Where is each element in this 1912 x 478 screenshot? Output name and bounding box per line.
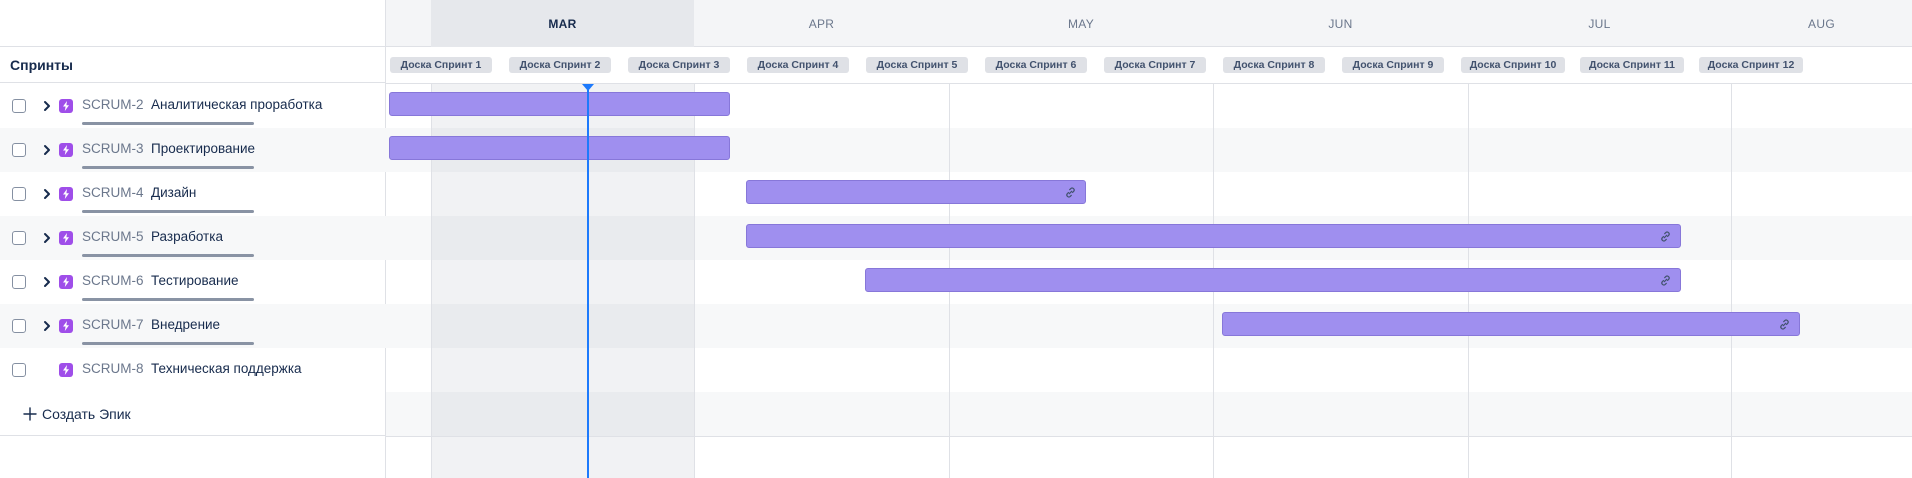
- lightning-icon: [59, 231, 73, 245]
- select-checkbox[interactable]: [12, 275, 26, 289]
- lightning-icon: [59, 143, 73, 157]
- epic-row-scrum-4[interactable]: SCRUM-4 Дизайн: [0, 172, 386, 216]
- epic-key[interactable]: SCRUM-6: [82, 273, 144, 288]
- epic-bar-scrum-4[interactable]: [746, 180, 1086, 204]
- timeline-grid: MAR APR MAY JUN JUL AUG Доска Спринт 1 Д…: [386, 0, 1912, 478]
- epic-bar-scrum-6[interactable]: [865, 268, 1681, 292]
- epic-title[interactable]: Техническая поддержка: [151, 361, 302, 376]
- progress-bar: [82, 210, 254, 213]
- epic-row-scrum-7[interactable]: SCRUM-7 Внедрение: [0, 304, 386, 348]
- progress-bar: [82, 254, 254, 257]
- sprint-chip[interactable]: Доска Спринт 12: [1699, 57, 1803, 73]
- sprint-chip[interactable]: Доска Спринт 5: [866, 57, 968, 73]
- link-icon[interactable]: [1064, 186, 1077, 199]
- sprint-chip[interactable]: Доска Спринт 1: [390, 57, 492, 73]
- select-checkbox[interactable]: [12, 187, 26, 201]
- link-icon[interactable]: [1659, 230, 1672, 243]
- lightning-icon: [59, 319, 73, 333]
- select-checkbox[interactable]: [12, 363, 26, 377]
- epic-key[interactable]: SCRUM-3: [82, 141, 144, 156]
- epic-key[interactable]: SCRUM-5: [82, 229, 144, 244]
- epic-title[interactable]: Тестирование: [151, 273, 239, 288]
- month-may: MAY: [1067, 16, 1094, 31]
- sprint-header: Доска Спринт 1 Доска Спринт 2 Доска Спри…: [386, 47, 1912, 84]
- select-checkbox[interactable]: [12, 143, 26, 157]
- epic-title[interactable]: Внедрение: [151, 317, 220, 332]
- epic-bar-scrum-5[interactable]: [746, 224, 1681, 248]
- chevron-right-icon[interactable]: [40, 231, 54, 245]
- lightning-icon: [59, 99, 73, 113]
- epic-bar-scrum-7[interactable]: [1222, 312, 1800, 336]
- select-checkbox[interactable]: [12, 99, 26, 113]
- link-icon[interactable]: [1659, 274, 1672, 287]
- progress-bar: [82, 298, 254, 301]
- epic-row-scrum-8[interactable]: SCRUM-8 Техническая поддержка: [0, 348, 386, 392]
- lightning-icon: [59, 275, 73, 289]
- chevron-right-icon[interactable]: [40, 143, 54, 157]
- month-aug: AUG: [1808, 16, 1835, 31]
- grid-bottom-line: [386, 436, 1912, 437]
- create-epic-label: Создать Эпик: [42, 405, 131, 422]
- epic-key[interactable]: SCRUM-7: [82, 317, 144, 332]
- plus-icon: [23, 406, 37, 421]
- sprints-label: Спринты: [0, 47, 385, 83]
- progress-bar: [82, 166, 254, 169]
- month-jul: JUL: [1588, 16, 1611, 31]
- progress-bar: [82, 122, 254, 125]
- lightning-icon: [59, 187, 73, 201]
- sprint-chip[interactable]: Доска Спринт 10: [1461, 57, 1565, 73]
- roadmap-view: Спринты SCRUM-2 Аналитическая проработка…: [0, 0, 1912, 478]
- sprint-chip[interactable]: Доска Спринт 7: [1104, 57, 1206, 73]
- epic-title[interactable]: Проектирование: [151, 141, 255, 156]
- epic-bar-scrum-2[interactable]: [389, 92, 730, 116]
- month-apr: APR: [808, 16, 835, 31]
- epic-key[interactable]: SCRUM-2: [82, 97, 144, 112]
- progress-bar: [82, 342, 254, 345]
- month-mar: MAR: [431, 0, 694, 47]
- chevron-right-icon[interactable]: [40, 319, 54, 333]
- epic-row-scrum-3[interactable]: SCRUM-3 Проектирование: [0, 128, 386, 172]
- epic-title[interactable]: Разработка: [151, 229, 223, 244]
- epic-title[interactable]: Аналитическая проработка: [151, 97, 322, 112]
- sprint-chip[interactable]: Доска Спринт 4: [747, 57, 849, 73]
- epic-row-scrum-6[interactable]: SCRUM-6 Тестирование: [0, 260, 386, 304]
- sprint-chip[interactable]: Доска Спринт 3: [628, 57, 730, 73]
- epic-list-panel: Спринты SCRUM-2 Аналитическая проработка…: [0, 0, 386, 478]
- chevron-right-icon[interactable]: [40, 275, 54, 289]
- link-icon[interactable]: [1778, 318, 1791, 331]
- sprint-chip[interactable]: Доска Спринт 6: [985, 57, 1087, 73]
- epic-key[interactable]: SCRUM-4: [82, 185, 144, 200]
- create-epic-button[interactable]: Создать Эпик: [0, 392, 386, 436]
- epic-row-scrum-2[interactable]: SCRUM-2 Аналитическая проработка: [0, 84, 386, 128]
- chevron-right-icon[interactable]: [40, 99, 54, 113]
- sprint-chip[interactable]: Доска Спринт 9: [1342, 57, 1444, 73]
- today-marker-icon: [582, 84, 594, 91]
- left-header-spacer: [0, 0, 385, 47]
- epic-bar-scrum-3[interactable]: [389, 136, 730, 160]
- epic-title[interactable]: Дизайн: [151, 185, 196, 200]
- epic-key[interactable]: SCRUM-8: [82, 361, 144, 376]
- lightning-icon: [59, 363, 73, 377]
- select-checkbox[interactable]: [12, 231, 26, 245]
- month-jun: JUN: [1328, 16, 1353, 31]
- sprint-chip[interactable]: Доска Спринт 8: [1223, 57, 1325, 73]
- select-checkbox[interactable]: [12, 319, 26, 333]
- month-header: MAR APR MAY JUN JUL AUG: [386, 0, 1912, 47]
- chevron-right-icon[interactable]: [40, 187, 54, 201]
- sprint-chip[interactable]: Доска Спринт 11: [1580, 57, 1684, 73]
- sprint-chip[interactable]: Доска Спринт 2: [509, 57, 611, 73]
- epic-row-scrum-5[interactable]: SCRUM-5 Разработка: [0, 216, 386, 260]
- today-line: [587, 84, 589, 478]
